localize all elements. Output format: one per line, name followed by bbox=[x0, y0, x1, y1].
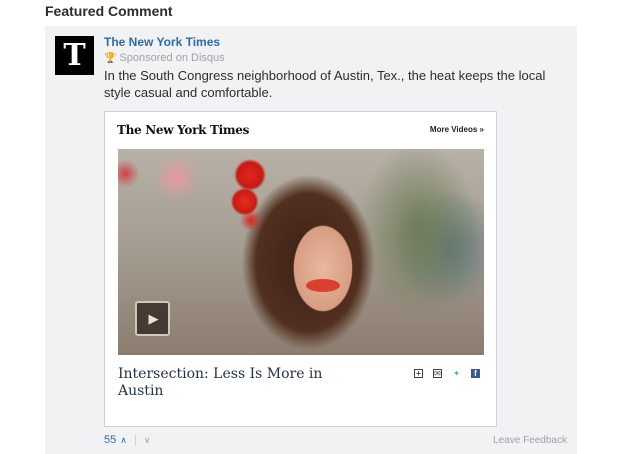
upvote-icon[interactable]: ∧ bbox=[120, 435, 127, 446]
nyt-wordmark: The New York Times bbox=[117, 123, 250, 137]
play-button[interactable]: ▶ bbox=[135, 301, 170, 336]
plus-icon[interactable]: + bbox=[414, 369, 423, 378]
vote-divider bbox=[134, 434, 136, 446]
nyt-logo-icon: T bbox=[63, 37, 86, 73]
vote-count: 55 bbox=[104, 434, 117, 446]
email-icon[interactable]: ✉ bbox=[433, 369, 442, 378]
flower-decoration bbox=[228, 157, 272, 229]
section-title: Featured Comment bbox=[45, 3, 173, 19]
avatar[interactable]: T bbox=[55, 36, 94, 75]
featured-comment-card: T The New York Times 🏆 Sponsored on Disq… bbox=[45, 26, 577, 454]
sponsored-label: 🏆 Sponsored on Disqus bbox=[104, 52, 225, 64]
share-icons: + ✉ ✦ f bbox=[414, 369, 480, 378]
play-icon: ▶ bbox=[148, 310, 159, 326]
leave-feedback-link[interactable]: Leave Feedback bbox=[493, 435, 567, 446]
facebook-icon[interactable]: f bbox=[471, 369, 480, 378]
vote-bar: 55 ∧ ∨ bbox=[104, 434, 150, 446]
more-videos-link[interactable]: More Videos » bbox=[430, 125, 484, 134]
comment-author[interactable]: The New York Times bbox=[104, 35, 220, 49]
downvote-icon[interactable]: ∨ bbox=[144, 435, 151, 446]
sponsored-text: Sponsored on Disqus bbox=[119, 52, 225, 64]
trophy-icon: 🏆 bbox=[104, 52, 117, 64]
twitter-icon[interactable]: ✦ bbox=[452, 369, 461, 378]
video-thumbnail[interactable]: ▶ bbox=[118, 149, 484, 355]
comment-message: In the South Congress neighborhood of Au… bbox=[104, 68, 546, 100]
video-embed: The New York Times More Videos » ▶ Inter… bbox=[104, 111, 497, 427]
video-subject-detail bbox=[306, 279, 340, 292]
video-title[interactable]: Intersection: Less Is More in Austin bbox=[118, 366, 338, 400]
